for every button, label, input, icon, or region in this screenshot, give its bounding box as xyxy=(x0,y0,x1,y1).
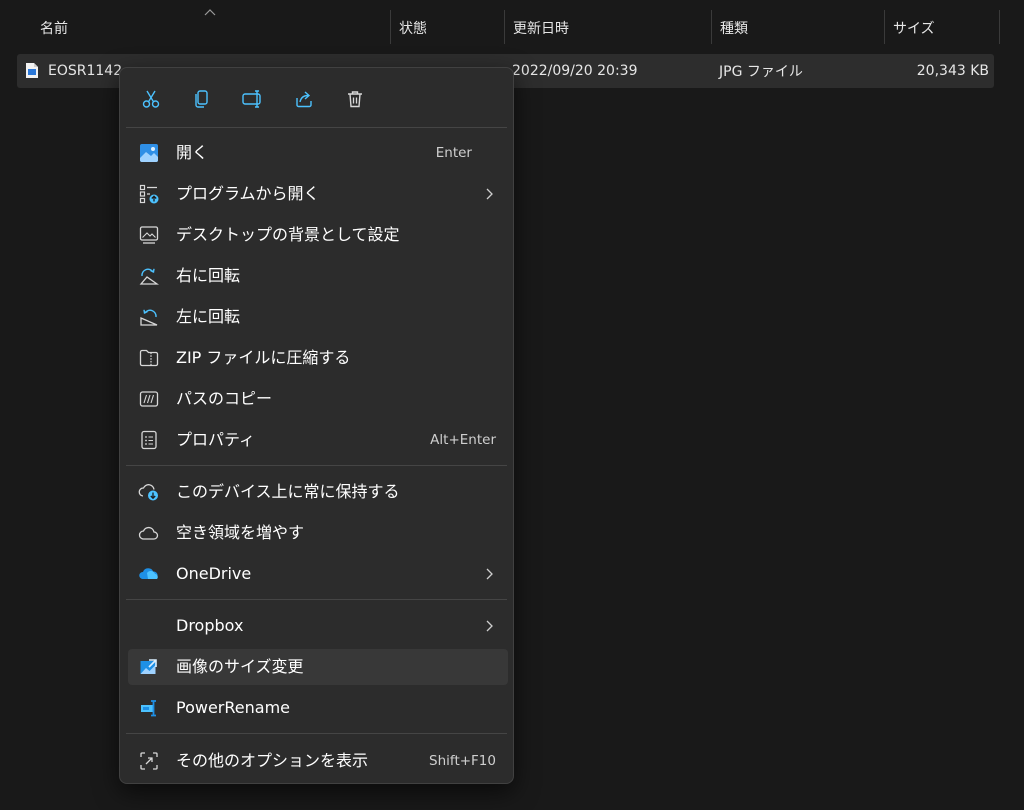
rotate-right-icon xyxy=(138,265,160,287)
menu-item-dropbox-label: Dropbox xyxy=(176,616,244,635)
menu-item-copy-path[interactable]: パスのコピー xyxy=(128,381,508,417)
menu-item-open-with[interactable]: プログラムから開く xyxy=(128,176,508,212)
context-menu: 開く Enter プログラムから開く デスクトップの背景として設定 右に回転 左… xyxy=(119,67,514,784)
column-header-size-label: サイズ xyxy=(893,21,935,37)
copy-button[interactable] xyxy=(185,83,219,115)
sort-ascending-icon xyxy=(204,9,216,16)
menu-item-open-label: 開く xyxy=(176,143,209,162)
rotate-left-icon xyxy=(138,306,160,328)
file-size: 20,343 KB xyxy=(916,63,989,79)
cloud-download-icon xyxy=(138,481,160,503)
copy-path-icon xyxy=(138,388,160,410)
chevron-right-icon xyxy=(486,620,493,632)
delete-icon xyxy=(348,91,362,108)
file-explorer-window: 名前 状態 更新日時 種類 サイズ EOSR1142 2022/09/20 20… xyxy=(0,0,1024,810)
menu-item-keep-on-device-label: このデバイス上に常に保持する xyxy=(176,482,400,501)
menu-item-onedrive[interactable]: OneDrive xyxy=(128,556,508,592)
menu-item-open[interactable]: 開く Enter xyxy=(128,135,508,171)
file-type: JPG ファイル xyxy=(719,64,803,80)
menu-item-compress-zip-label: ZIP ファイルに圧縮する xyxy=(176,348,351,367)
open-with-icon xyxy=(138,183,160,205)
delete-button[interactable] xyxy=(338,83,372,115)
power-rename-icon xyxy=(138,697,160,719)
rename-button[interactable] xyxy=(236,83,270,115)
menu-item-free-space-label: 空き領域を増やす xyxy=(176,523,305,542)
menu-item-image-resizer[interactable]: 画像のサイズ変更 xyxy=(128,649,508,685)
menu-item-dropbox[interactable]: Dropbox xyxy=(128,608,508,644)
onedrive-icon xyxy=(138,563,160,585)
menu-item-compress-zip[interactable]: ZIP ファイルに圧縮する xyxy=(128,340,508,376)
cut-button[interactable] xyxy=(134,83,168,115)
image-resizer-icon xyxy=(138,656,160,678)
zip-folder-icon xyxy=(138,347,160,369)
file-name: EOSR1142 xyxy=(48,63,123,79)
column-header-status-label: 状態 xyxy=(399,21,427,37)
menu-item-open-shortcut: Enter xyxy=(435,145,472,161)
menu-item-onedrive-label: OneDrive xyxy=(176,564,252,583)
column-separator[interactable] xyxy=(999,10,1000,44)
menu-item-open-with-label: プログラムから開く xyxy=(176,184,320,203)
column-header-modified[interactable]: 更新日時 xyxy=(513,0,569,56)
menu-item-power-rename[interactable]: PowerRename xyxy=(128,690,508,726)
share-icon xyxy=(296,91,312,108)
column-header-status[interactable]: 状態 xyxy=(399,0,427,56)
column-header-type[interactable]: 種類 xyxy=(720,0,748,56)
photos-icon xyxy=(138,142,160,164)
menu-item-image-resizer-label: 画像のサイズ変更 xyxy=(176,657,304,676)
share-button[interactable] xyxy=(287,83,321,115)
column-header-size[interactable]: サイズ xyxy=(893,0,935,56)
menu-item-more-options-label: その他のオプションを表示 xyxy=(176,751,369,770)
menu-item-more-options-shortcut: Shift+F10 xyxy=(429,753,496,769)
cloud-icon xyxy=(138,522,160,544)
desktop-background-icon xyxy=(138,224,160,246)
menu-item-rotate-right[interactable]: 右に回転 xyxy=(128,258,508,294)
menu-item-power-rename-label: PowerRename xyxy=(176,698,290,717)
menu-divider xyxy=(126,599,507,600)
column-header-modified-label: 更新日時 xyxy=(513,21,569,37)
column-separator[interactable] xyxy=(390,10,391,44)
column-header-name-label: 名前 xyxy=(40,21,68,37)
cut-icon xyxy=(142,90,160,108)
menu-item-rotate-left-label: 左に回転 xyxy=(176,307,241,326)
column-separator[interactable] xyxy=(884,10,885,44)
menu-item-set-background-label: デスクトップの背景として設定 xyxy=(176,225,400,244)
chevron-right-icon xyxy=(486,188,493,200)
menu-item-keep-on-device[interactable]: このデバイス上に常に保持する xyxy=(128,474,508,510)
menu-divider xyxy=(126,127,507,128)
column-separator[interactable] xyxy=(504,10,505,44)
column-header-type-label: 種類 xyxy=(720,21,748,37)
context-menu-toolbar xyxy=(120,68,513,128)
column-header-name[interactable]: 名前 xyxy=(40,0,68,56)
menu-item-free-space[interactable]: 空き領域を増やす xyxy=(128,515,508,551)
menu-item-set-background[interactable]: デスクトップの背景として設定 xyxy=(128,217,508,253)
file-modified: 2022/09/20 20:39 xyxy=(512,63,638,79)
properties-icon xyxy=(138,429,160,451)
menu-divider xyxy=(126,465,507,466)
copy-icon xyxy=(195,90,208,108)
more-options-icon xyxy=(138,750,160,772)
menu-item-rotate-left[interactable]: 左に回転 xyxy=(128,299,508,335)
menu-item-more-options[interactable]: その他のオプションを表示 Shift+F10 xyxy=(128,743,508,779)
menu-item-properties[interactable]: プロパティ Alt+Enter xyxy=(128,422,508,458)
column-separator[interactable] xyxy=(711,10,712,44)
menu-divider xyxy=(126,733,507,734)
menu-item-properties-shortcut: Alt+Enter xyxy=(430,432,496,448)
image-file-icon xyxy=(26,63,38,78)
rename-icon xyxy=(242,90,261,108)
menu-item-properties-label: プロパティ xyxy=(176,430,256,449)
chevron-right-icon xyxy=(486,568,493,580)
menu-item-copy-path-label: パスのコピー xyxy=(176,389,273,408)
menu-item-rotate-right-label: 右に回転 xyxy=(176,266,241,285)
